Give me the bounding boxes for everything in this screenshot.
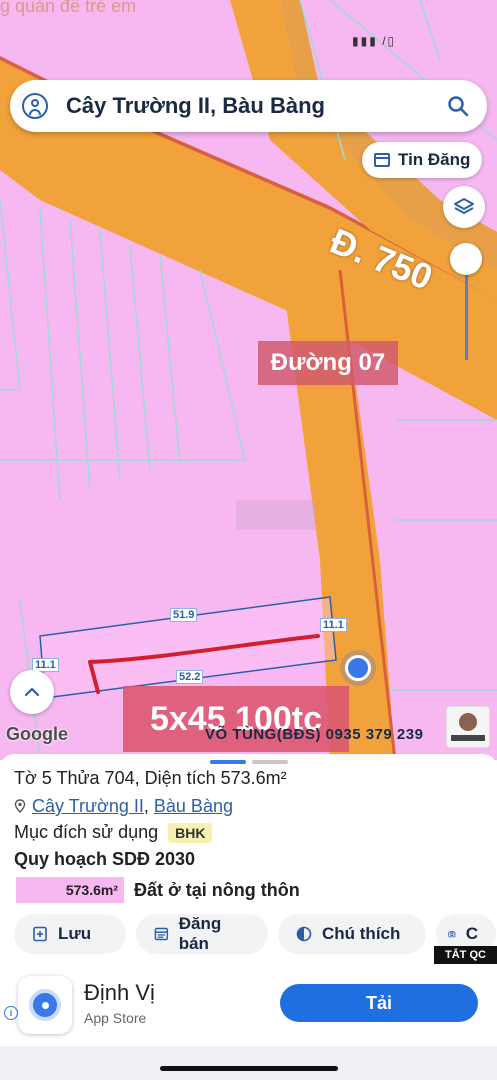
list-icon bbox=[154, 927, 169, 941]
address-link-district[interactable]: Bàu Bàng bbox=[154, 796, 233, 816]
purpose-label: Mục đích sử dụng bbox=[14, 822, 159, 842]
home-indicator[interactable] bbox=[160, 1066, 338, 1071]
save-label: Lưu bbox=[58, 924, 92, 943]
search-icon[interactable] bbox=[447, 95, 469, 117]
layers-icon bbox=[454, 198, 474, 214]
google-logo: Google bbox=[6, 724, 68, 744]
post-for-sale-button[interactable]: Đăng bán bbox=[136, 914, 268, 954]
expand-button[interactable] bbox=[10, 670, 54, 714]
parcel-title: Tờ 5 Thửa 704, Diện tích 573.6m² bbox=[14, 768, 287, 788]
layers-button[interactable] bbox=[443, 186, 485, 228]
top-strip: g quản đề trẻ em bbox=[0, 0, 497, 22]
location-pin-icon bbox=[29, 989, 61, 1021]
legend-label: Chú thích bbox=[322, 924, 401, 943]
download-button[interactable]: Tải bbox=[280, 984, 478, 1022]
camera-label: C bbox=[465, 924, 478, 943]
purpose-badge: BHK bbox=[168, 822, 213, 843]
sheet-handle-active[interactable] bbox=[210, 760, 246, 764]
plan-title: Quy hoạch SDĐ 2030 bbox=[14, 849, 196, 869]
camera-icon bbox=[448, 931, 456, 938]
plan-row: 573.6m² Đất ở tại nông thôn bbox=[16, 877, 300, 903]
half-circle-icon bbox=[296, 926, 312, 942]
dim-bottom: 52.2 bbox=[176, 670, 204, 684]
opacity-slider-handle[interactable] bbox=[450, 243, 482, 275]
status-indicator: ▮▮▮ /▯ bbox=[352, 34, 397, 48]
user-icon[interactable] bbox=[22, 93, 48, 119]
address-link-village[interactable]: Cây Trường II bbox=[32, 796, 144, 816]
search-bar[interactable]: Cây Trường II, Bàu Bàng bbox=[10, 80, 487, 132]
dim-top: 51.9 bbox=[170, 608, 198, 622]
tin-dang-label: Tin Đăng bbox=[398, 150, 471, 169]
close-ad-button[interactable]: TẮT QC bbox=[434, 946, 497, 964]
calendar-icon bbox=[374, 153, 390, 167]
top-strip-text: g quản đề trẻ em bbox=[0, 0, 137, 16]
watermark: VÕ TÙNG(BĐS) 0935 379 239 bbox=[205, 726, 424, 743]
pin-icon bbox=[14, 799, 26, 813]
parcel-address: Cây Trường II, Bàu Bàng bbox=[14, 796, 233, 817]
map-view[interactable]: g quản đề trẻ em ▮▮▮ /▯ Cây Trường II, B… bbox=[0, 0, 497, 760]
road-label-07: Đường 07 bbox=[258, 341, 398, 385]
dim-right: 11.1 bbox=[320, 618, 347, 632]
ad-info-icon[interactable]: i bbox=[4, 1006, 18, 1020]
ad-app-store: App Store bbox=[84, 1010, 147, 1026]
plan-description: Đất ở tại nông thôn bbox=[134, 879, 300, 900]
chevron-up-icon bbox=[24, 687, 40, 697]
save-button[interactable]: Lưu bbox=[14, 914, 126, 954]
plan-area-chip: 573.6m² bbox=[16, 877, 124, 903]
app-icon[interactable] bbox=[18, 976, 72, 1034]
post-label: Đăng bán bbox=[178, 914, 222, 953]
search-title: Cây Trường II, Bàu Bàng bbox=[66, 93, 325, 118]
legend-button[interactable]: Chú thích bbox=[278, 914, 426, 954]
ad-app-name: Định Vị bbox=[84, 980, 155, 1005]
action-bar: Lưu Đăng bán Chú thích C bbox=[14, 914, 496, 956]
land-purpose: Mục đích sử dụng BHK bbox=[14, 822, 213, 843]
opacity-slider-track[interactable] bbox=[465, 275, 468, 360]
add-note-icon bbox=[33, 926, 47, 942]
sheet-handle-inactive[interactable] bbox=[252, 760, 288, 764]
current-location-marker[interactable] bbox=[345, 655, 371, 681]
bottom-bar bbox=[0, 1046, 497, 1080]
tin-dang-button[interactable]: Tin Đăng bbox=[362, 142, 483, 178]
avatar[interactable] bbox=[446, 706, 490, 748]
